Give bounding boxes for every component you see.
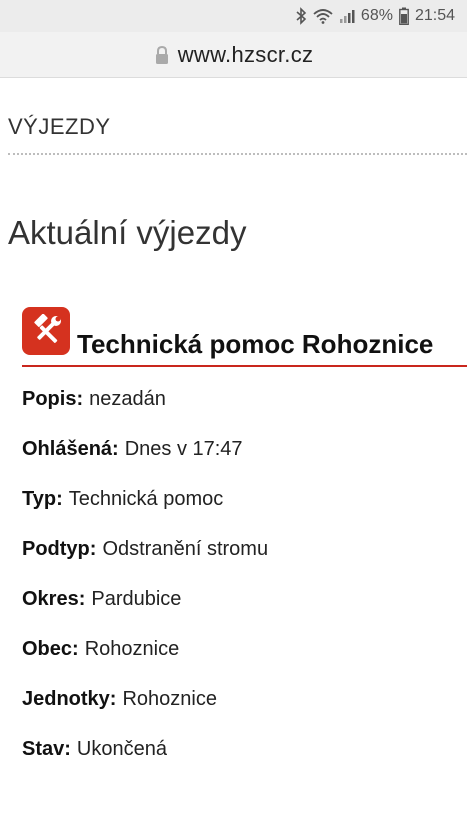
detail-type: Typ: Technická pomoc: [22, 488, 452, 538]
detail-label: Obec:: [22, 638, 79, 660]
battery-percent: 68%: [360, 7, 393, 24]
tools-icon: [22, 307, 70, 355]
detail-value: Pardubice: [91, 588, 182, 610]
detail-value: Technická pomoc: [68, 488, 224, 510]
detail-value: Odstranění stromu: [102, 538, 269, 560]
status-bar: 68% 21:54: [0, 0, 467, 32]
incident-title[interactable]: Technická pomoc Rohoznice: [77, 329, 433, 360]
detail-units: Jednotky: Rohoznice: [22, 688, 452, 738]
page-title: Aktuální výjezdy: [8, 214, 247, 251]
detail-reported: Ohlášená: Dnes v 17:47: [22, 438, 452, 488]
detail-value: Rohoznice: [84, 638, 180, 660]
detail-municipality: Obec: Rohoznice: [22, 638, 452, 688]
detail-value: Dnes v 17:47: [124, 438, 243, 460]
battery-icon: [399, 7, 409, 25]
detail-value: nezadán: [89, 388, 166, 410]
detail-status: Stav: Ukončená: [22, 738, 452, 788]
bluetooth-icon: [295, 7, 307, 25]
divider: [8, 153, 467, 155]
detail-value: Rohoznice: [122, 688, 217, 710]
incident-header: Technická pomoc Rohoznice: [22, 307, 467, 367]
detail-label: Okres:: [22, 588, 86, 610]
detail-description: Popis: nezadán: [22, 388, 452, 438]
url-text[interactable]: www.hzscr.cz: [178, 42, 314, 68]
detail-label: Podtyp:: [22, 538, 97, 560]
incident-details: Popis: nezadán Ohlášená: Dnes v 17:47 Ty…: [22, 388, 452, 788]
detail-label: Typ:: [22, 488, 63, 510]
detail-value: Ukončená: [76, 738, 167, 760]
detail-label: Ohlášená:: [22, 438, 119, 460]
section-label[interactable]: VÝJEZDY: [8, 114, 111, 140]
detail-label: Popis:: [22, 388, 84, 410]
detail-district: Okres: Pardubice: [22, 588, 452, 638]
detail-label: Stav:: [22, 738, 71, 760]
address-bar[interactable]: www.hzscr.cz: [0, 32, 467, 78]
wifi-icon: [313, 8, 333, 24]
clock: 21:54: [414, 7, 455, 24]
detail-subtype: Podtyp: Odstranění stromu: [22, 538, 452, 588]
lock-icon: [154, 45, 170, 65]
detail-label: Jednotky:: [22, 688, 117, 710]
signal-icon: [339, 8, 355, 24]
